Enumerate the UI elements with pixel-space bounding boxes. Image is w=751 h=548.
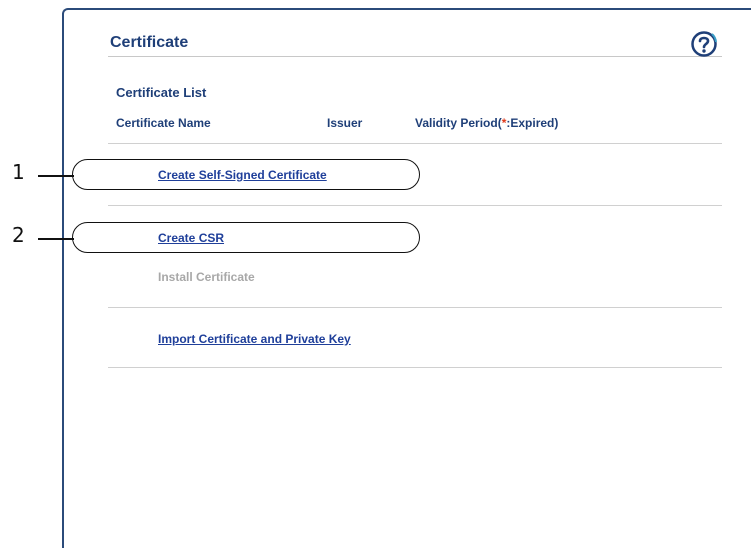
divider <box>108 205 722 206</box>
divider <box>108 367 722 368</box>
import-certificate-private-key-link[interactable]: Import Certificate and Private Key <box>158 332 351 346</box>
certificate-list-heading: Certificate List <box>116 85 207 100</box>
callout-leader-line-1 <box>38 175 74 177</box>
callout-ring-2 <box>72 222 420 253</box>
column-header-validity-period: Validity Period(*:Expired) <box>415 116 558 130</box>
title-divider <box>108 56 722 57</box>
validity-label-prefix: Validity Period( <box>415 116 502 130</box>
callout-number-2: 2 <box>12 223 25 247</box>
callout-number-1: 1 <box>12 160 25 184</box>
divider <box>108 143 722 144</box>
page-title: Certificate <box>110 34 189 51</box>
column-header-certificate-name: Certificate Name <box>116 116 211 130</box>
install-certificate-disabled: Install Certificate <box>158 270 255 284</box>
validity-label-suffix: :Expired) <box>506 116 559 130</box>
callout-ring-1 <box>72 159 420 190</box>
help-icon[interactable] <box>690 30 718 58</box>
column-header-issuer: Issuer <box>327 116 363 130</box>
divider <box>108 307 722 308</box>
callout-leader-line-2 <box>38 238 74 240</box>
